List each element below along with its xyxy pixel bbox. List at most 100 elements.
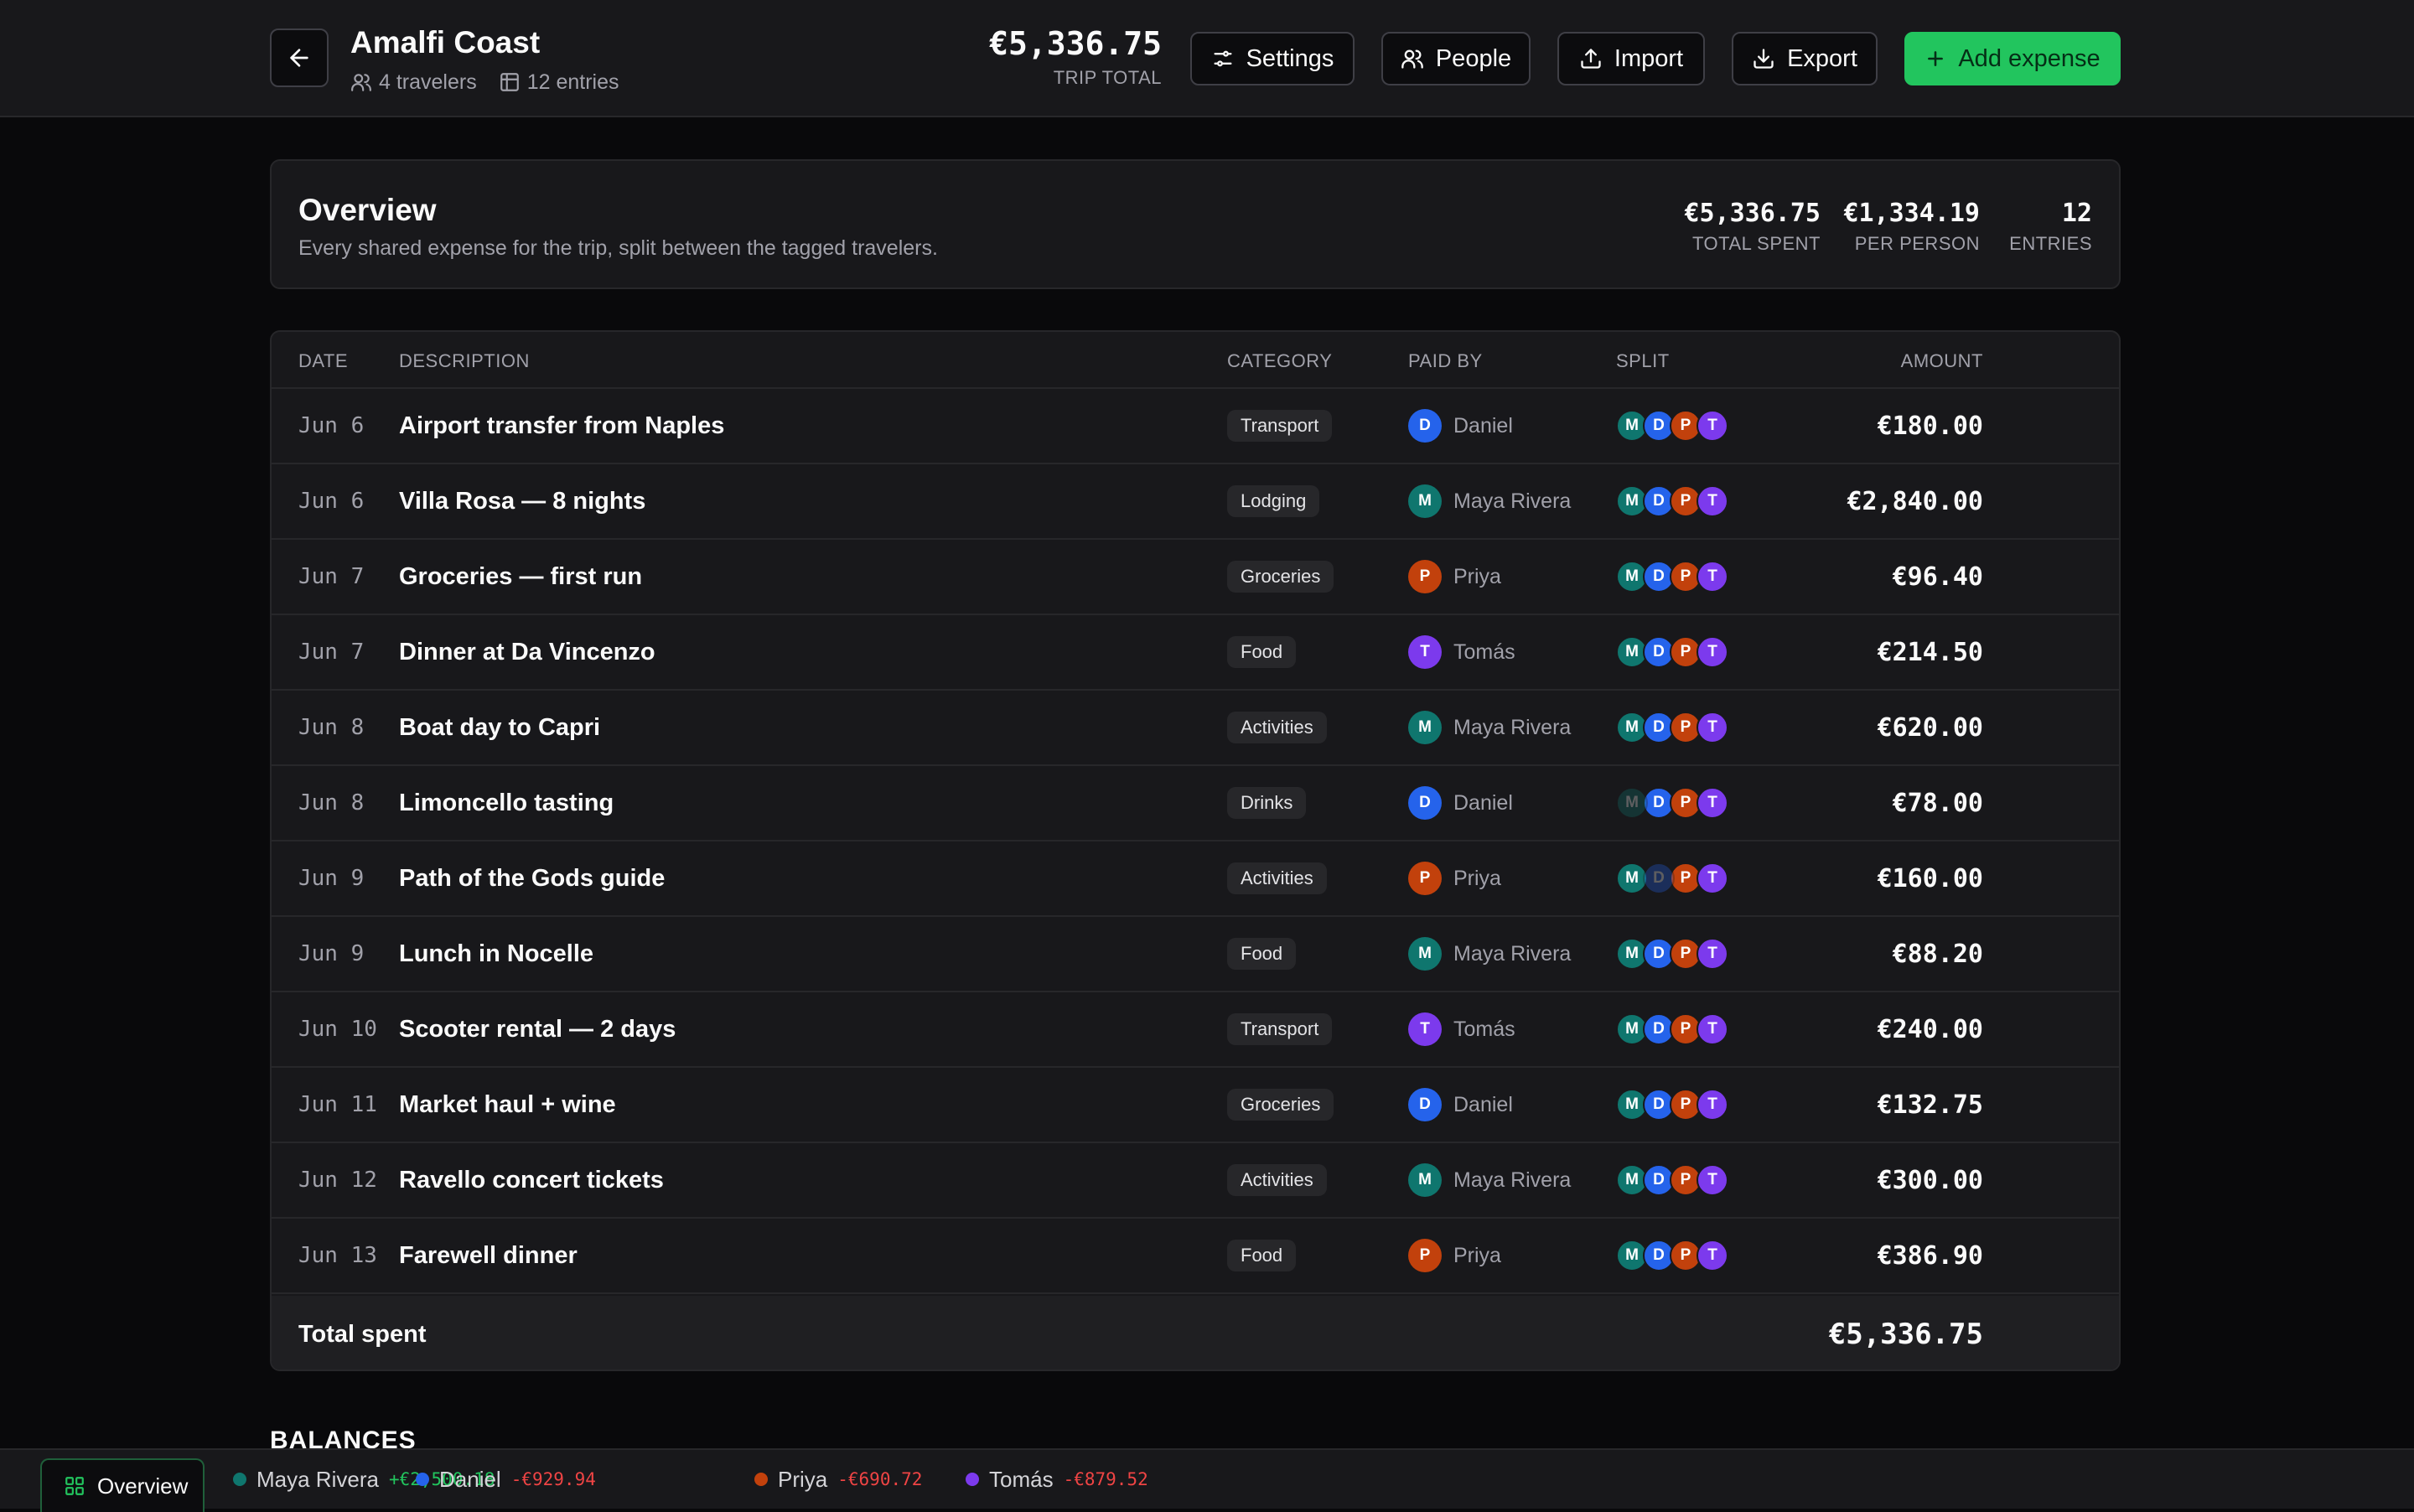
row-description[interactable]: Ravello concert tickets	[399, 1143, 664, 1217]
export-button[interactable]: Export	[1732, 32, 1878, 85]
users-icon	[350, 71, 372, 93]
split-avatar: T	[1697, 410, 1728, 442]
avatar: T	[1408, 635, 1442, 669]
payer-name: Tomás	[1453, 639, 1515, 664]
category-badge: Drinks	[1227, 787, 1307, 819]
total-amount: €5,336.75	[1828, 1318, 1983, 1351]
split-cell: MDPT	[1616, 1143, 1728, 1217]
column-split: SPLIT	[1616, 350, 1670, 371]
category-badge: Transport	[1227, 1013, 1333, 1045]
add-expense-button[interactable]: Add expense	[1904, 32, 2121, 85]
payer-name: Maya Rivera	[1453, 489, 1572, 513]
table-row[interactable]: Jun 6 Airport transfer from Naples Transpo…	[272, 389, 2119, 464]
split-avatars: MDPT	[1616, 1013, 1728, 1045]
row-description[interactable]: Groceries — first run	[399, 540, 642, 614]
split-avatar: T	[1697, 1013, 1728, 1045]
split-cell: MDPT	[1616, 1068, 1728, 1142]
balance-item[interactable]: Daniel -€929.94	[416, 1450, 596, 1509]
category-cell: Activities	[1227, 691, 1327, 764]
category-cell: Groceries	[1227, 1068, 1334, 1142]
split-cell: MDPT	[1616, 917, 1728, 991]
paid-by-cell: P Priya	[1408, 540, 1501, 614]
split-avatar: D	[1643, 862, 1675, 894]
column-paid-by: PAID BY	[1408, 350, 1483, 371]
balance-value: -€690.72	[837, 1469, 923, 1489]
table-row[interactable]: Jun 7 Groceries — first run Groceries P Priy…	[272, 540, 2119, 615]
trip-total-label: TRIP TOTAL	[1053, 67, 1162, 88]
row-description[interactable]: Market haul + wine	[399, 1068, 616, 1142]
table-row[interactable]: Jun 13 Farewell dinner Food P Priya M D P T €386.…	[272, 1219, 2119, 1294]
paid-by-cell: M Maya Rivera	[1408, 464, 1571, 538]
balance-item[interactable]: Tomás -€879.52	[966, 1450, 1148, 1509]
table-row[interactable]: Jun 7 Dinner at Da Vincenzo Food T Tomás M D P T…	[272, 615, 2119, 691]
balance-item[interactable]: Priya -€690.72	[754, 1450, 922, 1509]
row-description[interactable]: Lunch in Nocelle	[399, 917, 593, 991]
arrow-left-icon	[286, 44, 313, 71]
table-row[interactable]: Jun 12 Ravello concert tickets Activities M…	[272, 1143, 2119, 1219]
upload-icon	[1579, 47, 1603, 70]
table-row[interactable]: Jun 8 Limoncello tasting Drinks D Daniel M D P T…	[272, 766, 2119, 841]
category-cell: Activities	[1227, 841, 1327, 915]
people-button[interactable]: People	[1381, 32, 1531, 85]
paid-by-cell: M Maya Rivera	[1408, 917, 1571, 991]
split-avatars: MDPT	[1616, 938, 1728, 970]
row-description[interactable]: Path of the Gods guide	[399, 841, 665, 915]
split-cell: MDPT	[1616, 841, 1728, 915]
table-row[interactable]: Jun 11 Market haul + wine Groceries D Daniel…	[272, 1068, 2119, 1143]
payer-name: Maya Rivera	[1453, 941, 1572, 966]
bottom-bar: Overview Maya Rivera +€2,500.18 Daniel -€92…	[0, 1448, 2414, 1512]
stat-entries: 12 ENTRIES	[2009, 198, 2092, 255]
row-description[interactable]: Scooter rental — 2 days	[399, 992, 676, 1066]
payer-name: Tomás	[1453, 1017, 1515, 1041]
paid-by-cell: P Priya	[1408, 1219, 1501, 1292]
travelers-count: 4 travelers	[379, 70, 477, 94]
balance-name: Priya	[778, 1466, 828, 1492]
table-row[interactable]: Jun 6 Villa Rosa — 8 nights Lodging M Maya R…	[272, 464, 2119, 540]
category-badge: Activities	[1227, 712, 1327, 743]
avatar: M	[1408, 711, 1442, 744]
top-header: Amalfi Coast 4 travelers 12 entries €5,3…	[0, 0, 2414, 117]
row-description[interactable]: Limoncello tasting	[399, 766, 614, 840]
overview-subtitle: Every shared expense for the trip, split…	[298, 236, 938, 260]
category-cell: Activities	[1227, 1143, 1327, 1217]
overview-title: Overview	[298, 193, 437, 227]
import-button[interactable]: Import	[1557, 32, 1705, 85]
table-header: DATE DESCRIPTION CATEGORY PAID BY SPLIT …	[272, 332, 2119, 389]
category-badge: Activities	[1227, 1164, 1327, 1196]
row-description[interactable]: Boat day to Capri	[399, 691, 600, 764]
back-button[interactable]	[270, 28, 329, 87]
row-description[interactable]: Villa Rosa — 8 nights	[399, 464, 645, 538]
settings-button[interactable]: Settings	[1190, 32, 1355, 85]
row-date: Jun 6	[298, 489, 365, 514]
split-cell: MDPT	[1616, 615, 1728, 689]
split-cell: MDPT	[1616, 992, 1728, 1066]
paid-by-cell: M Maya Rivera	[1408, 1143, 1571, 1217]
category-cell: Drinks	[1227, 766, 1307, 840]
users-icon	[1401, 47, 1424, 70]
avatar: P	[1408, 1239, 1442, 1272]
entries-count: 12 entries	[526, 70, 619, 94]
split-cell: MDPT	[1616, 540, 1728, 614]
table-footer: Total spent €5,336.75	[272, 1296, 2119, 1370]
row-description[interactable]: Farewell dinner	[399, 1219, 578, 1292]
table-row[interactable]: Jun 9 Lunch in Nocelle Food M Maya Rivera M D P…	[272, 917, 2119, 992]
category-cell: Food	[1227, 615, 1297, 689]
stat-label: TOTAL SPENT	[1691, 233, 1821, 254]
balance-value: -€929.94	[510, 1469, 596, 1489]
row-description[interactable]: Airport transfer from Naples	[399, 389, 724, 463]
split-cell: MDPT	[1616, 464, 1728, 538]
settings-label: Settings	[1246, 44, 1334, 72]
category-badge: Transport	[1227, 410, 1333, 442]
table-row[interactable]: Jun 8 Boat day to Capri Activities M Maya Ri…	[272, 691, 2119, 766]
tab-overview[interactable]: Overview	[40, 1458, 205, 1512]
trip-meta: 4 travelers 12 entries	[350, 69, 619, 96]
column-amount: AMOUNT	[1900, 350, 1983, 371]
category-badge: Food	[1227, 1240, 1297, 1271]
split-cell: MDPT	[1616, 389, 1728, 463]
paid-by-cell: D Daniel	[1408, 766, 1513, 840]
table-row[interactable]: Jun 10 Scooter rental — 2 days Transport T T…	[272, 992, 2119, 1068]
row-description[interactable]: Dinner at Da Vincenzo	[399, 615, 655, 689]
table-row[interactable]: Jun 9 Path of the Gods guide Activities P Pr…	[272, 841, 2119, 917]
paid-by-cell: D Daniel	[1408, 1068, 1513, 1142]
balance-name: Maya Rivera	[256, 1466, 379, 1492]
